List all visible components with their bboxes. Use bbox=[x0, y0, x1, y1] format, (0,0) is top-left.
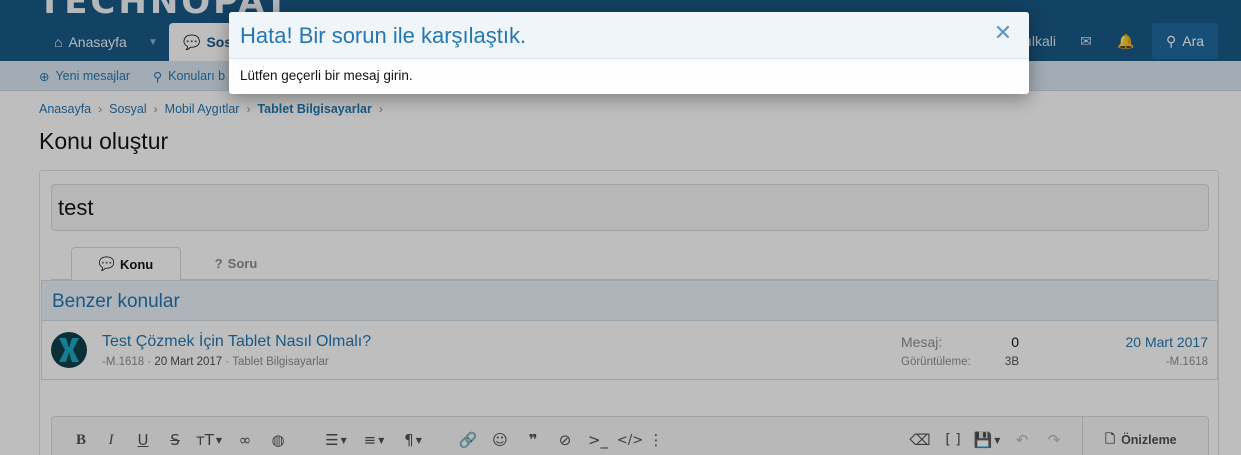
error-dialog-title: Hata! Bir sorun ile karşılaştık. bbox=[240, 23, 527, 48]
error-dialog-header: Hata! Bir sorun ile karşılaştık. ✕ bbox=[229, 12, 1029, 59]
error-dialog: Hata! Bir sorun ile karşılaştık. ✕ Lütfe… bbox=[229, 12, 1029, 94]
error-dialog-message: Lütfen geçerli bir mesaj girin. bbox=[240, 68, 413, 83]
close-icon[interactable]: ✕ bbox=[993, 23, 1013, 45]
